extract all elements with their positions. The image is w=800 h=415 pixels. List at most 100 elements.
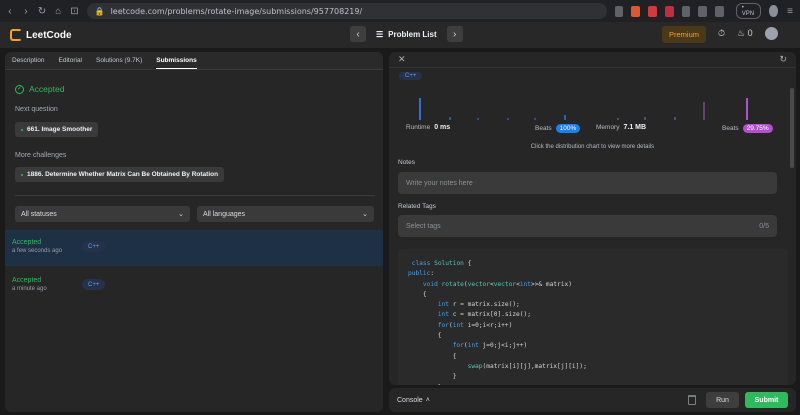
back-icon[interactable]: ‹ [6,6,14,17]
reload-icon[interactable]: ↻ [38,6,46,17]
memory-distribution-bar [746,98,748,120]
submit-button[interactable]: Submit [745,392,788,408]
bookmark-icon[interactable]: ⊡ [70,6,78,17]
language-badge: C++ [399,72,423,80]
submission-status-text: Accepted [12,277,42,284]
code-viewer[interactable]: class Solution {public: void rotate(vect… [398,249,788,385]
next-problem-button[interactable]: › [446,26,463,42]
check-circle-icon: ✓ [15,84,24,94]
distribution-chart[interactable] [389,96,796,120]
streak-count: 0 [747,28,753,38]
wallet-icon[interactable] [715,5,724,17]
language-filter-value: All languages [203,210,246,218]
vpn-button[interactable]: • VPN [735,3,761,19]
runtime-value: 0 ms [434,124,451,131]
submission-row[interactable]: Accepted a few seconds ago C++ [5,230,383,266]
code-line: void rotate(vector<vector<int>>& matrix) [422,280,572,288]
status-filter[interactable]: All statuses ⌄ [15,206,190,222]
code-line: int c = matrix[0].size(); [437,311,531,319]
user-avatar[interactable] [764,27,778,40]
code-line: { [408,332,442,340]
submission-detail-panel: ✕ ↻ C++ Runtime 0 ms Beats 100% Memory 7… [389,52,796,385]
runtime-distribution-bar [507,118,509,120]
tab-description[interactable]: Description [12,57,45,64]
language-filter[interactable]: All languages ⌄ [197,206,374,222]
lock-icon: 🔒 [94,6,105,16]
timer-icon[interactable]: ⏱ [718,28,725,39]
scrollbar[interactable] [790,88,794,168]
related-tags-label: Related Tags [398,203,436,210]
runtime-distribution-bar [449,117,451,120]
code-line: for(int i=0;i<r;i++) [437,321,513,329]
chevron-down-icon: ⌄ [362,211,368,218]
address-bar[interactable]: 🔒 leetcode.com/problems/rotate-image/sub… [86,3,607,19]
runtime-stat: Runtime 0 ms [406,124,450,131]
memory-distribution-bar [703,102,705,120]
tab-editorial[interactable]: Editorial [59,57,82,64]
trash-icon[interactable] [688,395,696,405]
refresh-icon[interactable]: ↻ [779,54,787,65]
extension-icon[interactable] [614,5,624,17]
difficulty-dot-icon [21,128,23,131]
runtime-distribution-bar [534,118,536,120]
tab-submissions[interactable]: Submissions [156,57,198,69]
logo-text: LeetCode [26,29,72,41]
memory-distribution-bar [617,118,619,120]
chevron-down-icon: ⌄ [178,211,184,218]
brave-shield-icon[interactable] [631,5,641,17]
memory-beats: Beats 29.75% [722,124,773,133]
runtime-distribution-bar [477,118,479,120]
list-icon: ☰ [376,29,384,39]
tags-select[interactable]: Select tags 0/5 [398,215,777,237]
code-line: int r = matrix.size(); [437,301,520,309]
logo[interactable]: LeetCode [10,29,72,41]
run-button[interactable]: Run [706,392,739,408]
status-title: Accepted [29,84,65,94]
detail-header: ✕ ↻ [389,52,796,68]
next-question-label: Next question [15,106,58,113]
code-line: { [408,352,457,360]
next-question-link[interactable]: 661. Image Smoother [15,122,99,137]
extension-icon[interactable] [664,5,674,17]
prev-problem-button[interactable]: ‹ [350,26,366,42]
runtime-distribution-bar [419,98,421,120]
beats-label: Beats [535,125,552,132]
runtime-label: Runtime [406,124,431,131]
problem-list-button[interactable]: ☰ Problem List [376,30,437,39]
streak-counter[interactable]: ♨ 0 [737,28,753,39]
console-bar: Console ˄ Run Submit [389,388,796,412]
puzzle-icon[interactable] [681,5,691,17]
code-line: class Solution { [411,260,472,267]
runtime-beats: Beats 100% [535,124,581,133]
browser-toolbar: ‹ › ↻ ⌂ ⊡ 🔒 leetcode.com/problems/rotate… [0,0,800,22]
runtime-percentile: 100% [555,124,581,133]
memory-value: 7.1 MB [623,124,647,131]
more-challenge-link[interactable]: 1886. Determine Whether Matrix Can Be Ob… [15,167,225,182]
problem-navigation: ‹ ☰ Problem List › [350,26,463,42]
code-line: for(int j=0;j<i;j++) [452,342,528,350]
submission-language: C++ [82,241,106,252]
submission-status: ✓ Accepted [15,84,64,94]
top-nav: LeetCode ‹ ☰ Problem List › Premium ⏱ ♨ … [0,22,800,48]
tab-solutions[interactable]: Solutions (9.7K) [96,57,142,64]
flame-icon: ♨ [737,28,746,38]
chevron-up-icon: ˄ [425,396,430,404]
forward-icon[interactable]: › [22,6,30,17]
home-icon[interactable]: ⌂ [54,6,62,17]
profile-avatar[interactable] [768,5,779,17]
premium-button[interactable]: Premium [662,26,707,43]
memory-stat: Memory 7.1 MB [596,124,646,131]
notes-input[interactable]: Write your notes here [398,172,777,194]
console-toggle[interactable]: Console ˄ [397,397,430,404]
notes-placeholder: Write your notes here [406,179,473,187]
menu-icon[interactable]: ≡ [786,6,794,17]
difficulty-dot-icon [21,173,23,176]
rewards-icon[interactable] [648,5,657,17]
code-line: { [408,290,427,298]
submission-row[interactable]: Accepted a minute ago C++ [5,268,383,304]
console-label-text: Console [397,396,423,404]
notes-label: Notes [398,159,415,166]
close-icon[interactable]: ✕ [398,54,406,65]
code-line: } [408,383,778,385]
sidebar-icon[interactable] [698,5,707,17]
